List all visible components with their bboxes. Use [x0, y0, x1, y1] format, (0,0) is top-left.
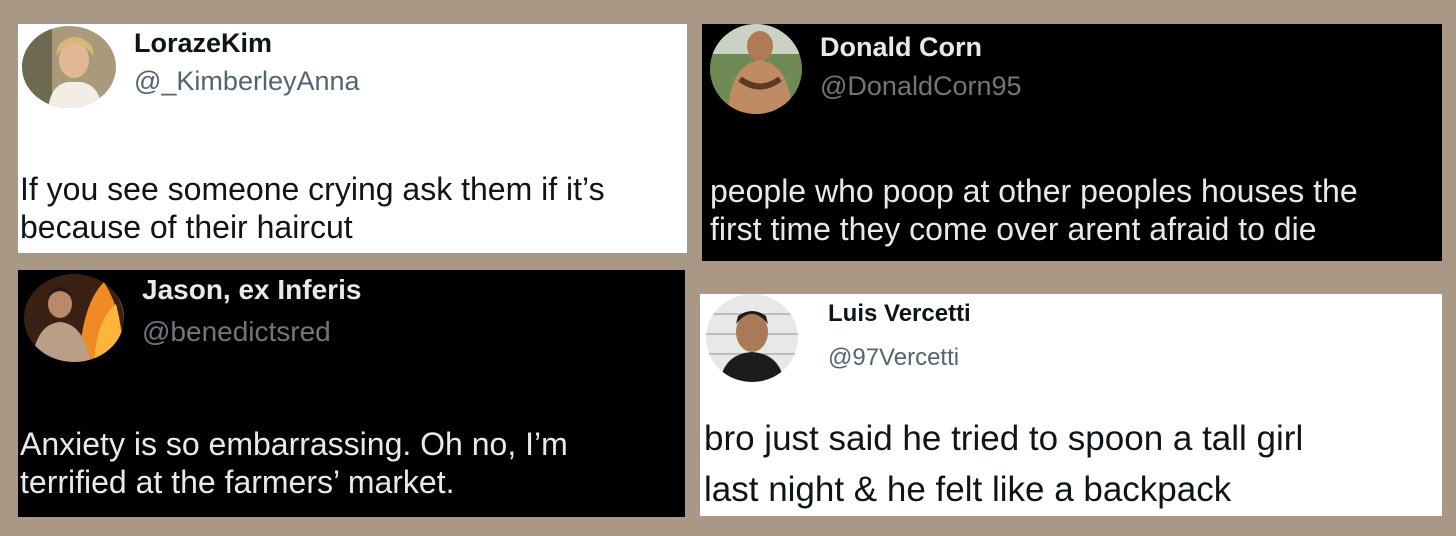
tweet-text: bro just said he tried to spoon a tall g…: [704, 414, 1303, 516]
avatar[interactable]: [22, 26, 116, 108]
handle[interactable]: @DonaldCorn95: [820, 71, 1022, 102]
avatar[interactable]: [710, 24, 802, 114]
avatar-photo-icon: [24, 274, 124, 362]
avatar-photo-icon: [710, 24, 802, 114]
tweet-card-lorazekim[interactable]: LorazeKim @_KimberleyAnna If you see som…: [18, 24, 687, 253]
tweet-text-line: last night & he felt like a backpack: [704, 469, 1232, 509]
tweet-card-luis-vercetti[interactable]: Luis Vercetti @97Vercetti bro just said …: [700, 294, 1442, 516]
handle[interactable]: @97Vercetti: [828, 344, 959, 372]
tweet-text-line: because of their haircut: [20, 209, 353, 246]
tweet-text-line: If you see someone crying ask them if it…: [20, 171, 605, 207]
tweet-card-donald-corn[interactable]: Donald Corn @DonaldCorn95 people who poo…: [702, 24, 1442, 261]
tweet-text-line: Anxiety is so embarrassing. Oh no, I’m: [20, 426, 568, 462]
tweet-text-line: first time they come over arent afraid t…: [710, 211, 1317, 248]
display-name[interactable]: Luis Vercetti: [828, 300, 971, 328]
tweet-text: If you see someone crying ask them if it…: [20, 170, 605, 247]
tweet-text-line: bro just said he tried to spoon a tall g…: [704, 419, 1304, 458]
tweet-text-line: terrified at the farmers’ market.: [20, 464, 455, 501]
tweet-text-line: people who poop at other peoples houses …: [710, 173, 1358, 209]
avatar-photo-icon: [706, 294, 798, 382]
display-name[interactable]: Jason, ex Inferis: [142, 274, 361, 306]
tweet-text: people who poop at other peoples houses …: [710, 172, 1358, 249]
avatar[interactable]: [24, 274, 124, 362]
avatar-photo-icon: [22, 26, 116, 108]
handle[interactable]: @_KimberleyAnna: [134, 66, 360, 97]
handle[interactable]: @benedictsred: [142, 316, 331, 348]
avatar[interactable]: [706, 294, 798, 382]
display-name[interactable]: Donald Corn: [820, 32, 982, 63]
tweet-text: Anxiety is so embarrassing. Oh no, I’m t…: [20, 425, 568, 502]
display-name[interactable]: LorazeKim: [134, 28, 272, 59]
tweet-card-jason-ex-inferis[interactable]: Jason, ex Inferis @benedictsred Anxiety …: [18, 270, 685, 517]
